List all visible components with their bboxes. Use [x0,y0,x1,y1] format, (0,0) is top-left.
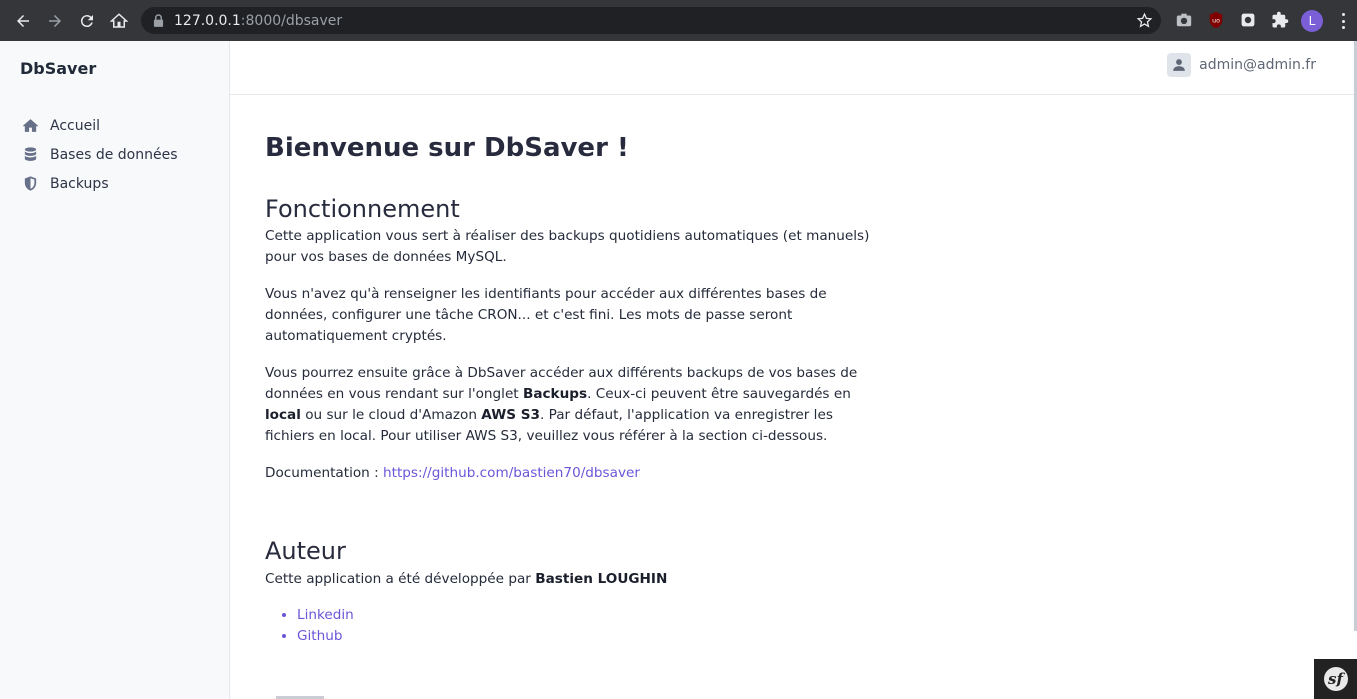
page-title: Bienvenue sur DbSaver ! [265,133,629,163]
documentation-line: Documentation : https://github.com/basti… [265,463,875,484]
sidebar-item-label: Backups [50,175,109,192]
sidebar-menu: Accueil Bases de données Backups [20,111,178,198]
paragraph-intro: Cette application vous sert à réaliser d… [265,228,870,265]
paragraph-backups: Vous pourrez ensuite grâce à DbSaver acc… [265,363,875,447]
paragraph-credentials: Vous n'avez qu'à renseigner les identifi… [265,286,827,344]
linkedin-link[interactable]: Linkedin [297,607,354,623]
url-host: 127.0.0.1 [174,12,241,29]
author-links: Linkedin Github [265,605,875,647]
top-header: admin@admin.fr [230,41,1357,95]
sidebar: DbSaver Accueil Bases de données Backups [0,41,230,699]
arrow-right-icon [49,14,61,27]
browser-toolbar: 127.0.0.1:8000/dbsaver uo L [0,0,1357,41]
main-content: Bienvenue sur DbSaver ! Fonctionnement C… [265,128,875,647]
ublock-extension-icon[interactable]: uo [1206,10,1226,30]
documentation-link[interactable]: https://github.com/bastien70/dbsaver [383,465,640,481]
list-item: Github [297,626,875,647]
text-fragment: . Ceux-ci peuvent être sauvegardés en [587,386,851,402]
home-button[interactable] [105,7,133,35]
bookmark-star-icon[interactable] [1136,12,1153,29]
author-text: Cette application a été développée par [265,571,536,587]
lock-icon [153,14,165,28]
github-link[interactable]: Github [297,628,343,644]
user-menu[interactable]: admin@admin.fr [1167,53,1316,77]
camera-extension-icon[interactable] [1174,10,1194,30]
arrow-left-icon [17,14,29,27]
puzzle-extensions-icon[interactable] [1270,10,1290,30]
text-fragment: ou sur le cloud d'Amazon [300,407,482,423]
address-bar[interactable]: 127.0.0.1:8000/dbsaver [141,7,1161,34]
bold-local: local [265,407,301,423]
url-path: :8000/dbsaver [240,12,343,29]
browser-menu-icon[interactable] [1338,11,1348,31]
user-email: admin@admin.fr [1199,57,1316,73]
url-text: 127.0.0.1:8000/dbsaver [174,13,342,29]
shield-icon [20,174,40,194]
brand-logo-text[interactable]: DbSaver [20,59,96,78]
symfony-logo-icon: sf [1323,667,1348,691]
home-icon [20,116,40,136]
author-line: Cette application a été développée par B… [265,569,875,590]
dark-reader-extension-icon[interactable] [1238,10,1258,30]
sidebar-item-label: Accueil [50,117,100,134]
author-name: Bastien LOUGHIN [535,571,668,587]
bold-backups: Backups [522,386,588,402]
symfony-toolbar-button[interactable]: sf [1314,659,1357,699]
database-icon [20,145,40,165]
section-title-auteur: Auteur [265,537,346,565]
forward-button[interactable] [41,7,69,35]
sidebar-item-backups[interactable]: Backups [20,169,178,198]
documentation-label: Documentation : [265,465,384,481]
svg-text:uo: uo [1212,18,1220,25]
profile-avatar[interactable]: L [1301,10,1323,32]
sidebar-item-bases-de-donnees[interactable]: Bases de données [20,140,178,169]
bold-aws-s3: AWS S3 [481,407,540,423]
sidebar-item-label: Bases de données [50,146,178,163]
reload-icon [80,14,93,27]
sidebar-item-accueil[interactable]: Accueil [20,111,178,140]
user-icon [1167,53,1192,77]
section-title-fonctionnement: Fonctionnement [265,195,460,223]
list-item: Linkedin [297,605,875,626]
reload-button[interactable] [73,7,101,35]
back-button[interactable] [9,7,37,35]
home-outline-icon [110,12,128,28]
